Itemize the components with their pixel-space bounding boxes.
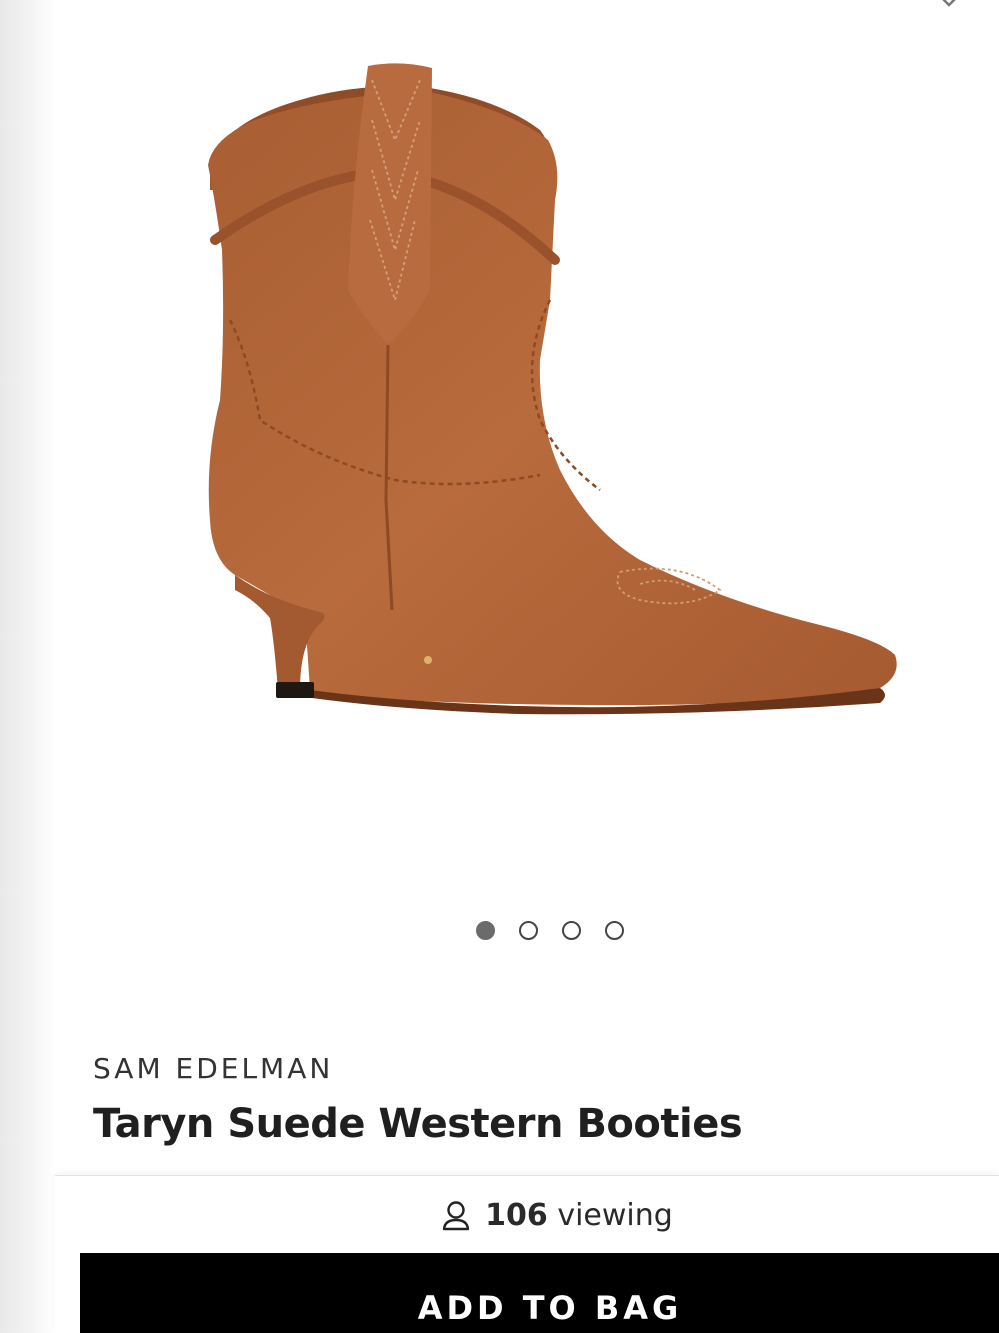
carousel-dot-2[interactable] <box>518 921 538 940</box>
viewing-number: 106 <box>485 1198 548 1233</box>
chevron-down-icon[interactable] <box>937 0 961 14</box>
product-brand[interactable]: SAM EDELMAN <box>93 1052 333 1085</box>
person-icon <box>442 1200 470 1230</box>
product-title: Taryn Suede Western Booties <box>93 1101 743 1147</box>
add-to-bag-button[interactable]: ADD TO BAG <box>80 1253 999 1333</box>
sticky-purchase-bar: 106 viewing ADD TO BAG <box>55 1175 999 1333</box>
carousel-dot-1[interactable] <box>475 921 495 940</box>
previous-screen-edge <box>0 0 55 1333</box>
image-carousel-indicator <box>0 921 999 940</box>
viewing-count: 106 viewing <box>55 1198 999 1233</box>
carousel-dot-3[interactable] <box>561 921 581 940</box>
viewing-label: viewing <box>557 1198 673 1233</box>
product-page: SAM EDELMAN Taryn Suede Western Booties … <box>0 0 999 1333</box>
product-image[interactable] <box>150 40 940 740</box>
carousel-dot-4[interactable] <box>604 921 624 940</box>
